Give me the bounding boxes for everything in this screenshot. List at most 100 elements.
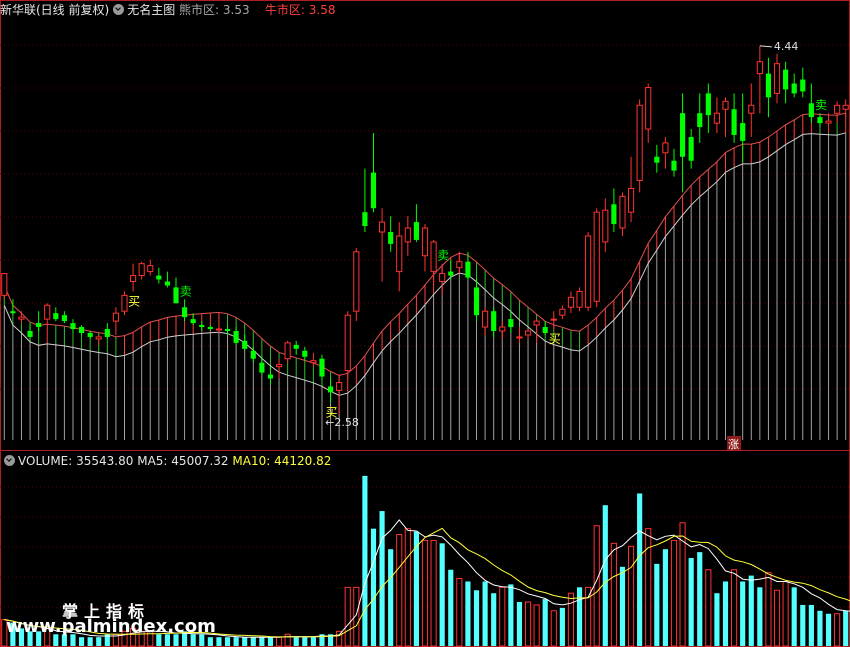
candle-body[interactable] bbox=[319, 358, 325, 377]
volume-bar[interactable] bbox=[610, 542, 617, 647]
volume-bar[interactable] bbox=[465, 581, 471, 646]
volume-bar[interactable] bbox=[757, 587, 763, 646]
candle-body[interactable] bbox=[585, 235, 592, 308]
volume-bar[interactable] bbox=[791, 587, 797, 646]
volume-bar[interactable] bbox=[843, 610, 849, 646]
volume-bar[interactable] bbox=[714, 593, 720, 646]
volume-bar[interactable] bbox=[439, 543, 445, 646]
candle-body[interactable] bbox=[199, 325, 205, 328]
volume-bar[interactable] bbox=[421, 539, 429, 647]
volume-bar[interactable] bbox=[310, 637, 316, 646]
candle-body[interactable] bbox=[250, 350, 256, 359]
volume-bar[interactable] bbox=[808, 604, 814, 646]
volume-bar[interactable] bbox=[670, 539, 678, 647]
candle-body[interactable] bbox=[576, 290, 583, 308]
candle-body[interactable] bbox=[533, 320, 540, 326]
volume-bar[interactable] bbox=[593, 525, 600, 647]
candle-body[interactable] bbox=[765, 73, 772, 98]
indicator-dropdown-icon[interactable] bbox=[113, 4, 125, 15]
volume-bar[interactable] bbox=[284, 633, 291, 647]
volume-bar[interactable] bbox=[224, 637, 231, 646]
candle-body[interactable] bbox=[671, 160, 677, 171]
candle-body[interactable] bbox=[499, 326, 506, 332]
candle-body[interactable] bbox=[508, 319, 514, 328]
candle-body[interactable] bbox=[800, 79, 806, 92]
candle-body[interactable] bbox=[18, 316, 25, 320]
volume-bar[interactable] bbox=[654, 563, 660, 646]
volume-bar[interactable] bbox=[619, 566, 626, 646]
candle-body[interactable] bbox=[680, 113, 686, 157]
candle-body[interactable] bbox=[688, 136, 694, 161]
candle-body[interactable] bbox=[327, 386, 334, 393]
volume-bar[interactable] bbox=[825, 613, 832, 646]
candle-body[interactable] bbox=[147, 265, 154, 273]
volume-bar[interactable] bbox=[550, 610, 557, 647]
volume-bar[interactable] bbox=[370, 528, 377, 646]
volume-bar[interactable] bbox=[748, 575, 754, 646]
candle-body[interactable] bbox=[654, 156, 660, 163]
candle-body[interactable] bbox=[370, 172, 377, 209]
candle-body[interactable] bbox=[1, 273, 8, 296]
volume-bar[interactable] bbox=[740, 581, 746, 646]
candle-body[interactable] bbox=[61, 315, 67, 322]
volume-bar[interactable] bbox=[430, 539, 437, 647]
candle-body[interactable] bbox=[138, 263, 145, 277]
candle-body[interactable] bbox=[491, 311, 497, 331]
candle-body[interactable] bbox=[413, 222, 419, 240]
candle-body[interactable] bbox=[233, 331, 239, 343]
volume-bar[interactable] bbox=[499, 586, 506, 647]
candle-body[interactable] bbox=[825, 120, 832, 124]
volume-bar[interactable] bbox=[567, 592, 575, 647]
candle-body[interactable] bbox=[310, 360, 317, 364]
candle-body[interactable] bbox=[396, 235, 403, 273]
candle-body[interactable] bbox=[482, 310, 489, 328]
candle-body[interactable] bbox=[70, 323, 76, 330]
candle-body[interactable] bbox=[524, 330, 532, 336]
volume-bar[interactable] bbox=[78, 637, 85, 646]
candle-body[interactable] bbox=[242, 340, 248, 349]
volume-bar[interactable] bbox=[533, 604, 540, 647]
volume-bar[interactable] bbox=[559, 607, 565, 646]
volume-bar[interactable] bbox=[576, 587, 583, 646]
candle-body[interactable] bbox=[421, 227, 429, 257]
candle-body[interactable] bbox=[662, 142, 669, 154]
candle-body[interactable] bbox=[284, 342, 291, 360]
volume-bar[interactable] bbox=[705, 569, 712, 647]
volume-bar[interactable] bbox=[482, 581, 488, 646]
volume-bar[interactable] bbox=[302, 637, 308, 646]
candle-body[interactable] bbox=[388, 232, 394, 244]
candle-body[interactable] bbox=[611, 204, 617, 225]
volume-bar[interactable] bbox=[293, 637, 299, 646]
volume-bar[interactable] bbox=[456, 578, 463, 647]
candle-body[interactable] bbox=[182, 307, 188, 318]
candle-body[interactable] bbox=[602, 209, 609, 243]
volume-bar[interactable] bbox=[834, 613, 841, 647]
volume-dropdown-icon[interactable] bbox=[4, 455, 15, 466]
candle-body[interactable] bbox=[722, 100, 729, 110]
volume-bar[interactable] bbox=[87, 637, 93, 646]
candle-body[interactable] bbox=[567, 296, 575, 308]
volume-bar[interactable] bbox=[731, 569, 738, 647]
candle-body[interactable] bbox=[430, 241, 437, 273]
candle-body[interactable] bbox=[173, 287, 179, 304]
candle-body[interactable] bbox=[121, 294, 128, 312]
volume-bar[interactable] bbox=[448, 569, 454, 646]
candle-body[interactable] bbox=[404, 227, 411, 243]
volume-bar[interactable] bbox=[473, 590, 480, 646]
volume-bar[interactable] bbox=[491, 593, 497, 646]
volume-bar[interactable] bbox=[782, 580, 789, 647]
candle-body[interactable] bbox=[619, 195, 626, 229]
candle-body[interactable] bbox=[336, 381, 343, 391]
volume-bar[interactable] bbox=[336, 630, 343, 647]
volume-bar[interactable] bbox=[379, 511, 385, 646]
candle-body[interactable] bbox=[705, 93, 711, 116]
volume-bar[interactable] bbox=[216, 637, 222, 646]
candle-body[interactable] bbox=[302, 350, 308, 357]
candle-body[interactable] bbox=[224, 329, 231, 331]
candle-body[interactable] bbox=[353, 251, 360, 312]
volume-bar[interactable] bbox=[96, 637, 102, 646]
candle-body[interactable] bbox=[378, 221, 386, 233]
candle-body[interactable] bbox=[456, 261, 463, 269]
volume-bar[interactable] bbox=[542, 599, 548, 646]
candle-body[interactable] bbox=[53, 313, 59, 320]
